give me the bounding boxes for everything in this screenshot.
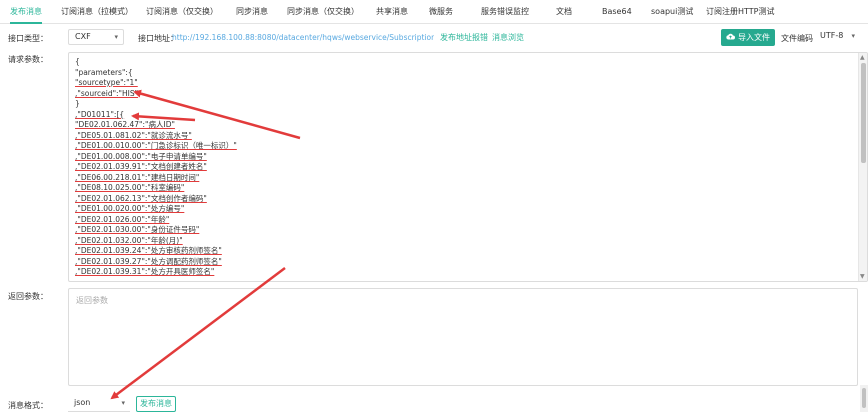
code-line: ,"DE02.01.062.13":"文档创作者编码" (75, 193, 207, 203)
tab-bar: 发布消息 订阅消息（拉模式） 订阅消息（仅交换） 同步消息 同步消息（仅交换） … (0, 0, 868, 24)
code-line: ,"DE01.00.010.00":"门急诊标识（唯一标识）" (75, 141, 237, 150)
code-line: "sourcetype":"1" (75, 78, 138, 87)
scrollbar-thumb[interactable] (861, 63, 866, 163)
code-line: { (75, 57, 80, 66)
message-format-value: json (74, 398, 91, 407)
cloud-upload-icon (726, 29, 735, 46)
message-format-select[interactable]: json ▾ (68, 396, 130, 412)
code-line: ,"DE01.00.020.00":"处方编号" (75, 204, 185, 213)
chevron-down-icon: ▾ (114, 33, 118, 41)
tab-subscribe-exchange[interactable]: 订阅消息（仅交换） (146, 0, 218, 23)
tab-service-error-monitor[interactable]: 服务错误监控 (481, 0, 529, 23)
scroll-down-icon[interactable]: ▼ (860, 273, 865, 280)
request-params-label: 请求参数： (8, 55, 48, 64)
publish-address-link[interactable]: 发布地址报错 (440, 31, 488, 45)
tab-docs[interactable]: 文档 (556, 0, 572, 23)
code-line: ,"DE02.01.026.00":"年龄" (75, 214, 170, 224)
tab-sync-exchange[interactable]: 同步消息（仅交换） (287, 0, 359, 23)
message-format-label: 消息格式： (8, 401, 48, 410)
scroll-up-icon[interactable]: ▲ (860, 54, 865, 61)
tab-sync-message[interactable]: 同步消息 (236, 0, 268, 23)
code-line: ,"DE02.01.039.31":"处方开具医师签名" (75, 267, 215, 276)
import-file-button[interactable]: 导入文件 (721, 29, 775, 46)
tab-soapui-test[interactable]: soapui测试 (651, 0, 693, 23)
code-line: ,"DE02.01.032.00":"年龄(月)" (75, 235, 183, 245)
code-line: ,"DE01.00.008.00":"电子申请单编号" (75, 151, 207, 161)
response-params-textarea[interactable]: 返回参数 (68, 288, 858, 386)
code-line: ,"DE02.01.030.00":"身份证件号码" (75, 225, 200, 234)
request-params-textarea[interactable]: { "parameters":{ "sourcetype":"1" ,"sour… (68, 52, 868, 282)
code-line: "DE02.01.062.47":"病人ID" (75, 120, 175, 129)
tab-base64[interactable]: Base64 (602, 0, 632, 23)
message-browse-link[interactable]: 消息浏览 (492, 31, 524, 45)
interface-type-select[interactable]: CXF ▾ (68, 29, 124, 45)
code-line: ,"DE06.00.218.01":"建档日期时间" (75, 172, 200, 182)
tab-publish-message[interactable]: 发布消息 (10, 0, 42, 24)
tab-microservice[interactable]: 微服务 (429, 0, 453, 23)
tab-subscribe-pull[interactable]: 订阅消息（拉模式） (61, 0, 133, 23)
code-line: ,"DE02.01.039.91":"文档创建者姓名" (75, 162, 207, 171)
response-placeholder: 返回参数 (76, 296, 108, 305)
chevron-down-icon: ▾ (121, 399, 125, 407)
file-encoding-label: 文件编码 (781, 34, 813, 43)
code-line: ,"D01011":[{ (75, 109, 125, 119)
code-line: ,"DE05.01.081.02":"就诊流水号" (75, 130, 192, 140)
code-line: ,"DE08.10.025.00":"科室编码" (75, 183, 185, 192)
code-line: ,"DE02.01.039.27":"处方调配药剂师签名" (75, 256, 222, 266)
response-params-label: 返回参数： (8, 292, 48, 301)
page-scrollbar[interactable] (860, 385, 868, 412)
interface-type-label: 接口类型： (8, 34, 48, 43)
tab-subscribe-http-test[interactable]: 订阅注册HTTP测试 (706, 0, 774, 23)
request-params-content: { "parameters":{ "sourcetype":"1" ,"sour… (75, 57, 845, 278)
code-line: ,"DE02.01.039.24":"处方审核药剂师签名" (75, 246, 222, 255)
chevron-down-icon: ▾ (851, 32, 855, 40)
code-line: ,"sourceid":"HIS" (75, 88, 139, 98)
publish-message-button[interactable]: 发布消息 (136, 396, 176, 412)
file-encoding-select[interactable]: UTF-8 ▾ (814, 29, 860, 45)
file-encoding-value: UTF-8 (820, 31, 844, 40)
import-file-label: 导入文件 (738, 33, 770, 42)
code-line: "parameters":{ (75, 67, 133, 77)
interface-type-value: CXF (75, 32, 91, 41)
interface-address-input[interactable]: http://192.168.100.88:8080/datacenter/hq… (172, 31, 434, 45)
code-line: } (75, 99, 80, 108)
scrollbar-thumb[interactable] (862, 388, 866, 408)
request-scrollbar[interactable]: ▲ ▼ (858, 53, 867, 281)
tab-shared-message[interactable]: 共享消息 (376, 0, 408, 23)
